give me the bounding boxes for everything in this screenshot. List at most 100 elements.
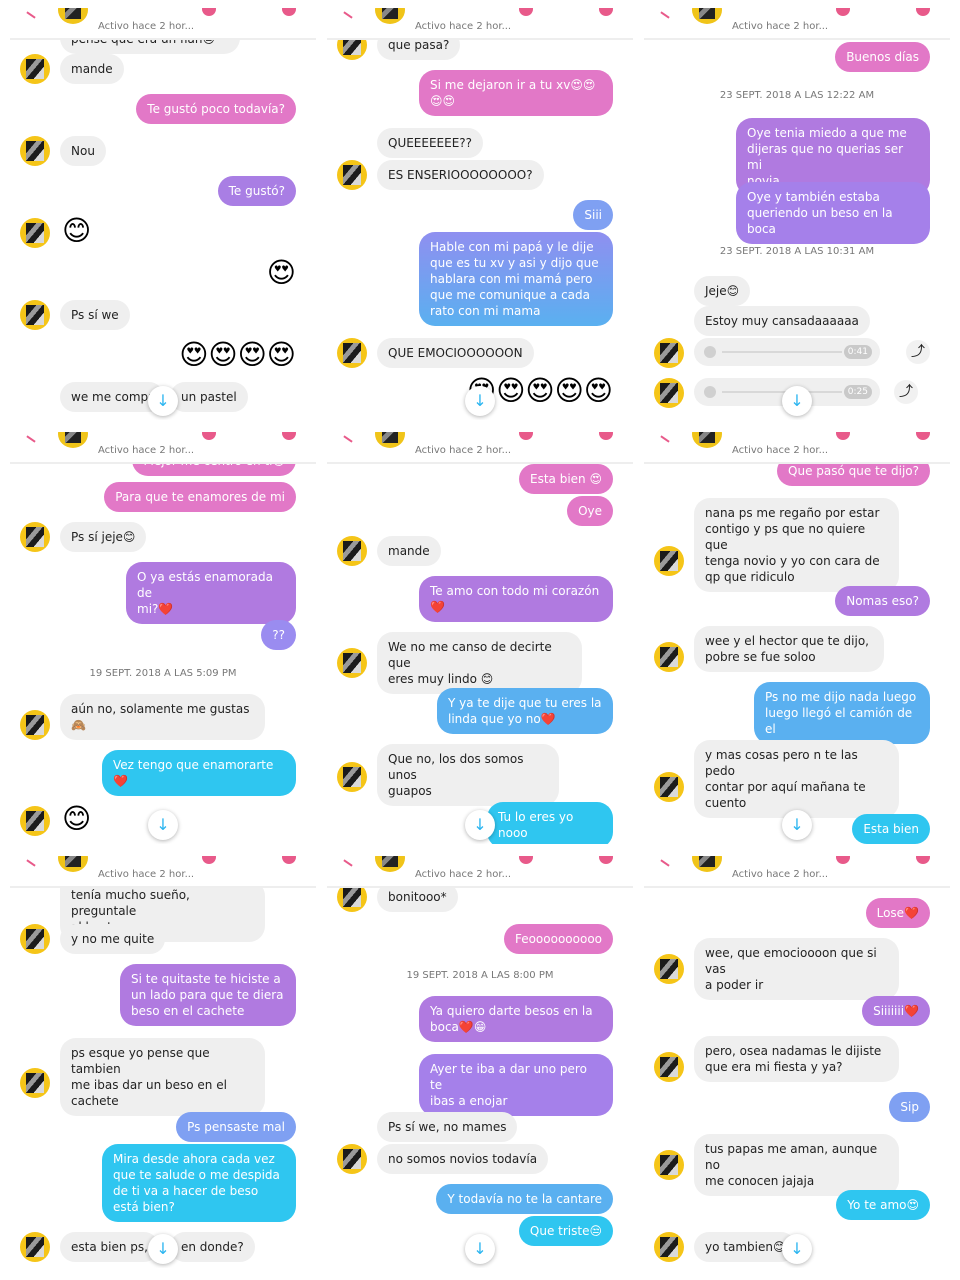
info-icon[interactable] <box>916 8 930 16</box>
scroll-down-button[interactable]: ↓ <box>148 1234 178 1264</box>
message-bubble: wee, que emocioooon que si vas a poder i… <box>694 938 899 1000</box>
info-icon[interactable] <box>599 432 613 440</box>
chat-panel-6: Activo hace 2 hor... Que pasó que te dij… <box>644 432 950 844</box>
message-bubble: Tu lo eres yo nooo <box>487 802 613 844</box>
call-icon[interactable] <box>519 432 533 440</box>
call-icon[interactable] <box>519 856 533 864</box>
message-bubble: Feoooooooooo <box>503 924 613 954</box>
emoji-message: 😊 <box>62 802 92 835</box>
back-arrow-icon[interactable] <box>26 435 36 443</box>
message-bubble: Ya quiero darte besos en la boca❤️😁 <box>419 996 613 1042</box>
call-icon[interactable] <box>836 856 850 864</box>
chat-header: Activo hace 2 hor... <box>644 856 950 888</box>
call-icon[interactable] <box>202 432 216 440</box>
message-bubble: mande <box>377 536 441 566</box>
message-bubble: en donde? <box>170 1232 255 1262</box>
emoji-message: 😊 <box>62 214 92 247</box>
chat-panel-7: Activo hace 2 hor... tenía mucho sueño, … <box>10 856 316 1268</box>
message-bubble: Y ya te dije que tu eres la linda que yo… <box>437 688 613 734</box>
message-bubble: wee y el hector que te dijo, pobre se fu… <box>694 626 884 672</box>
chat-panel-2: Activo hace 2 hor... que pasa? Si me dej… <box>327 8 633 420</box>
voice-message[interactable]: 0:41 <box>694 338 880 366</box>
message-bubble: Ps sí we, no mames <box>377 1112 518 1142</box>
info-icon[interactable] <box>599 856 613 864</box>
call-icon[interactable] <box>202 856 216 864</box>
back-arrow-icon[interactable] <box>660 11 670 19</box>
back-arrow-icon[interactable] <box>343 11 353 19</box>
scroll-down-button[interactable]: ↓ <box>465 1234 495 1264</box>
back-arrow-icon[interactable] <box>660 435 670 443</box>
message-bubble: Te gustó poco todavía? <box>136 94 296 124</box>
chat-panel-4: Activo hace 2 hor... Mejor me centro en … <box>10 432 316 844</box>
avatar[interactable] <box>375 8 405 24</box>
audio-duration: 0:25 <box>843 385 872 399</box>
avatar[interactable] <box>692 8 722 24</box>
message-bubble: Si me dejaron ir a tu xv😍😍 😍😍 <box>419 70 613 116</box>
back-arrow-icon[interactable] <box>343 435 353 443</box>
play-icon[interactable] <box>704 346 716 358</box>
audio-duration: 0:41 <box>843 345 872 359</box>
call-icon[interactable] <box>836 8 850 16</box>
avatar[interactable] <box>58 432 88 448</box>
chat-header: Activo hace 2 hor... <box>327 432 633 464</box>
avatar[interactable] <box>692 432 722 448</box>
avatar[interactable] <box>58 856 88 872</box>
emoji-message: 😍 <box>266 256 296 289</box>
message-bubble: O ya estás enamorada de mi?❤️ <box>126 562 296 624</box>
avatar[interactable] <box>58 8 88 24</box>
avatar <box>20 806 50 836</box>
call-icon[interactable] <box>519 8 533 16</box>
message-bubble: Jeje😊 <box>694 276 751 306</box>
message-bubble: Ps sí jeje😊 <box>60 522 147 552</box>
avatar <box>20 136 50 166</box>
date-separator: 19 SEPT. 2018 A LAS 5:09 PM <box>89 668 237 679</box>
info-icon[interactable] <box>282 432 296 440</box>
avatar[interactable] <box>375 432 405 448</box>
info-icon[interactable] <box>282 8 296 16</box>
date-separator: 23 SEPT. 2018 A LAS 12:22 AM <box>719 90 875 101</box>
info-icon[interactable] <box>282 856 296 864</box>
avatar <box>20 1068 50 1098</box>
avatar <box>654 378 684 408</box>
info-icon[interactable] <box>599 8 613 16</box>
avatar <box>654 338 684 368</box>
play-icon[interactable] <box>704 386 716 398</box>
message-bubble: aún no, solamente me gustas 🙈 <box>60 694 265 740</box>
scroll-down-button[interactable]: ↓ <box>465 810 495 840</box>
message-bubble: Que no, los dos somos unos guapos <box>377 744 559 806</box>
back-arrow-icon[interactable] <box>343 859 353 867</box>
status-text: Activo hace 2 hor... <box>415 869 512 880</box>
avatar <box>20 522 50 552</box>
message-bubble: Hable con mi papá y le dije que es tu xv… <box>419 232 613 326</box>
call-icon[interactable] <box>836 432 850 440</box>
message-bubble: ps esque yo pense que tambien me ibas da… <box>60 1038 265 1116</box>
avatar[interactable] <box>375 856 405 872</box>
scroll-down-button[interactable]: ↓ <box>148 386 178 416</box>
scroll-down-button[interactable]: ↓ <box>782 1234 812 1264</box>
info-icon[interactable] <box>916 432 930 440</box>
chat-panel-8: Activo hace 2 hor... bonitooo* Feooooooo… <box>327 856 633 1268</box>
status-text: Activo hace 2 hor... <box>732 869 829 880</box>
info-icon[interactable] <box>916 856 930 864</box>
scroll-down-button[interactable]: ↓ <box>782 810 812 840</box>
back-arrow-icon[interactable] <box>660 859 670 867</box>
message-bubble: Oye y también estaba queriendo un beso e… <box>736 182 930 244</box>
share-icon[interactable]: ⤴ <box>894 380 918 404</box>
message-bubble: Ayer te iba a dar uno pero te ibas a eno… <box>419 1054 613 1116</box>
audio-track[interactable] <box>722 391 842 393</box>
audio-track[interactable] <box>722 351 842 353</box>
share-icon[interactable]: ⤴ <box>906 340 930 364</box>
chat-header: Activo hace 2 hor... <box>644 432 950 464</box>
message-bubble: Esta bien <box>852 814 930 844</box>
chat-header: Activo hace 2 hor... <box>10 856 316 888</box>
call-icon[interactable] <box>202 8 216 16</box>
scroll-down-button[interactable]: ↓ <box>465 386 495 416</box>
back-arrow-icon[interactable] <box>26 11 36 19</box>
back-arrow-icon[interactable] <box>26 859 36 867</box>
scroll-down-button[interactable]: ↓ <box>148 810 178 840</box>
avatar[interactable] <box>692 856 722 872</box>
chat-panel-1: Activo hace 2 hor... pensé que era un fl… <box>10 8 316 420</box>
date-separator: 23 SEPT. 2018 A LAS 10:31 AM <box>719 246 875 257</box>
scroll-down-button[interactable]: ↓ <box>782 386 812 416</box>
message-bubble: Yo te amo😍 <box>836 1190 930 1220</box>
